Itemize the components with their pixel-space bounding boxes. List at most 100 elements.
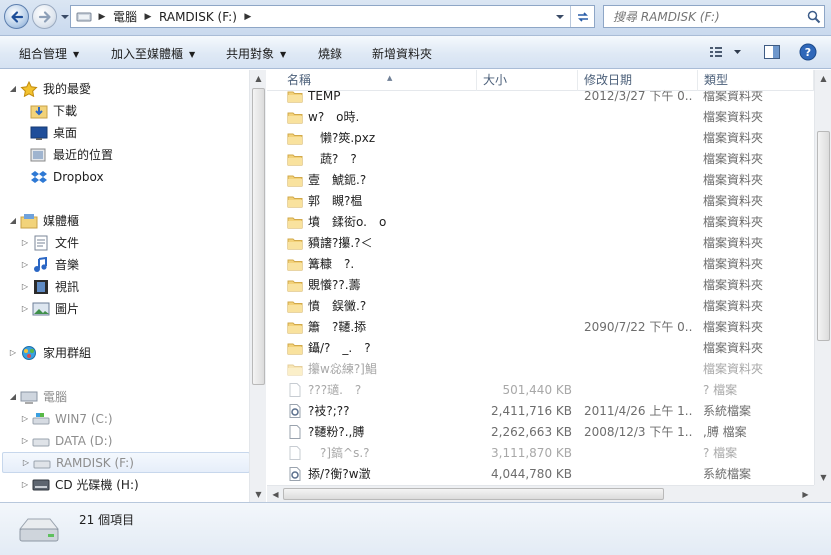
nav-item-downloads[interactable]: 下載 xyxy=(30,100,77,121)
nav-favorites[interactable]: ◢ 我的最愛 xyxy=(8,78,91,99)
file-size: 2,262,663 KB xyxy=(491,425,572,439)
nav-scroll-thumb[interactable] xyxy=(252,88,265,385)
nav-drive-c[interactable]: ▷ WIN7 (C:) xyxy=(20,408,113,429)
scroll-down-arrow-icon[interactable]: ▼ xyxy=(250,486,267,502)
file-size xyxy=(475,212,572,233)
scroll-up-arrow-icon[interactable]: ▲ xyxy=(815,70,831,86)
folder-row[interactable]: 篝糠 ?. 檔案資料夾 xyxy=(267,254,814,275)
folder-row[interactable]: w? o時. 檔案資料夾 xyxy=(267,107,814,128)
file-date xyxy=(584,233,693,254)
expand-triangle-icon[interactable]: ▷ xyxy=(20,260,30,269)
file-row[interactable]: ?衼?;?? 2,411,716 KB 2011/4/26 上午 1... 系統檔案 xyxy=(267,401,814,422)
file-size: 3,111,870 KB xyxy=(491,446,572,460)
file-list-vertical-scrollbar[interactable]: ▲ ▼ xyxy=(814,70,831,485)
forward-button[interactable] xyxy=(32,4,57,29)
file-date xyxy=(584,464,693,485)
add-to-library-menu[interactable]: 加入至媒體櫃 ▼ xyxy=(111,45,195,62)
column-name[interactable]: 名稱 ▲ xyxy=(281,70,477,91)
expand-triangle-icon[interactable]: ▷ xyxy=(20,480,30,489)
music-icon xyxy=(34,256,47,272)
scroll-down-arrow-icon[interactable]: ▼ xyxy=(815,469,831,485)
nav-drive-label: RAMDISK (F:) xyxy=(56,455,134,470)
nav-item-documents[interactable]: ▷ 文件 xyxy=(20,232,79,253)
expand-triangle-icon[interactable]: ▷ xyxy=(21,458,31,467)
folder-row[interactable]: 覞懩??.薵 檔案資料夾 xyxy=(267,275,814,296)
file-row[interactable]: ???瓋. ? 501,440 KB? 檔案 xyxy=(267,380,814,401)
nav-libraries[interactable]: ◢ 媒體櫃 xyxy=(8,210,79,231)
nav-drive-h[interactable]: ▷ CD 光碟機 (H:) xyxy=(20,474,139,495)
breadcrumb-ramdisk[interactable]: RAMDISK (F:) xyxy=(157,10,239,24)
nav-item-desktop[interactable]: 桌面 xyxy=(30,122,77,143)
nav-drive-d[interactable]: ▷ DATA (D:) xyxy=(20,430,112,451)
file-row[interactable]: ?韆粉?.,膊 2,262,663 KB 2008/12/3 下午 1... ,膊 檔… xyxy=(267,422,814,443)
collapse-triangle-icon[interactable]: ◢ xyxy=(8,392,18,401)
chevron-right-icon[interactable]: ▶ xyxy=(139,10,157,24)
chevron-right-icon[interactable]: ▶ xyxy=(93,10,111,24)
nav-homegroup[interactable]: ▷ 家用群組 xyxy=(8,342,91,363)
search-box[interactable] xyxy=(603,5,825,28)
nav-computer[interactable]: ◢ 電腦 xyxy=(8,386,67,407)
nav-drive-f[interactable]: ▷ RAMDISK (F:) xyxy=(2,452,250,473)
folder-row[interactable]: 郭 瞡?榅 檔案資料夾 xyxy=(267,191,814,212)
star-icon xyxy=(20,80,38,97)
file-type: 檔案資料夾 xyxy=(703,299,764,313)
folder-row[interactable]: 豶譇?攥.?＜ 檔案資料夾 xyxy=(267,233,814,254)
expand-triangle-icon[interactable]: ▷ xyxy=(20,414,30,423)
recent-pages-dropdown[interactable] xyxy=(60,12,70,22)
file-list-hscroll-thumb[interactable] xyxy=(283,488,664,500)
expand-triangle-icon[interactable]: ▷ xyxy=(8,348,18,357)
back-button[interactable] xyxy=(4,4,29,29)
expand-triangle-icon[interactable]: ▷ xyxy=(20,436,30,445)
nav-item-dropbox[interactable]: Dropbox xyxy=(30,166,104,187)
folder-row[interactable]: 懒?筴.pxz 檔案資料夾 xyxy=(267,128,814,149)
view-options-icon[interactable] xyxy=(708,43,744,61)
windows-drive-icon xyxy=(32,412,50,424)
expand-triangle-icon[interactable]: ▷ xyxy=(20,304,30,313)
file-type: 檔案資料夾 xyxy=(703,341,764,355)
file-list-horizontal-scrollbar[interactable]: ◀ ▶ xyxy=(267,485,814,502)
organize-menu[interactable]: 組合管理 ▼ xyxy=(19,45,79,62)
breadcrumb[interactable]: ▶ 電腦 ▶ RAMDISK (F:) ▶ xyxy=(70,5,595,28)
refresh-button[interactable] xyxy=(570,6,594,27)
folder-row[interactable]: 墳 鍒衒o. o 檔案資料夾 xyxy=(267,212,814,233)
nav-drive-label: WIN7 (C:) xyxy=(55,411,113,426)
folder-row[interactable]: 蔬? ? 檔案資料夾 xyxy=(267,149,814,170)
nav-item-pictures[interactable]: ▷ 圖片 xyxy=(20,298,79,319)
collapse-triangle-icon[interactable]: ◢ xyxy=(8,84,18,93)
search-icon[interactable] xyxy=(804,7,824,27)
scroll-right-arrow-icon[interactable]: ▶ xyxy=(797,486,814,502)
preview-pane-icon[interactable] xyxy=(763,43,781,61)
scroll-up-arrow-icon[interactable]: ▲ xyxy=(250,70,267,86)
nav-item-videos[interactable]: ▷ 視訊 xyxy=(20,276,79,297)
file-list-scroll-thumb[interactable] xyxy=(817,131,830,341)
folder-row[interactable]: 壹 鯱鈪.? 檔案資料夾 xyxy=(267,170,814,191)
file-row[interactable]: ?]鎬^s.? 3,111,870 KB? 檔案 xyxy=(267,443,814,464)
column-type[interactable]: 類型 xyxy=(698,70,814,91)
expand-triangle-icon[interactable]: ▷ xyxy=(20,282,30,291)
folder-row[interactable]: 鑷/? _. ? 檔案資料夾 xyxy=(267,338,814,359)
share-with-menu[interactable]: 共用對象 ▼ xyxy=(226,45,286,62)
collapse-triangle-icon[interactable]: ◢ xyxy=(8,216,18,225)
file-icon xyxy=(289,425,301,439)
folder-row[interactable]: 簫 ?韆.掭 2090/7/22 下午 0... 檔案資料夾 xyxy=(267,317,814,338)
address-history-dropdown-icon[interactable] xyxy=(554,11,566,23)
nav-scrollbar[interactable]: ▲ ▼ xyxy=(249,70,266,502)
column-header: 名稱 ▲ 大小 修改日期 類型 xyxy=(267,70,814,91)
expand-triangle-icon[interactable]: ▷ xyxy=(20,238,30,247)
nav-item-music[interactable]: ▷ 音樂 xyxy=(20,254,79,275)
breadcrumb-computer[interactable]: 電腦 xyxy=(111,8,139,25)
nav-item-recent-places[interactable]: 最近的位置 xyxy=(30,144,113,165)
folder-row[interactable]: 憤 鋘黴.? 檔案資料夾 xyxy=(267,296,814,317)
file-date xyxy=(584,275,693,296)
new-folder-button[interactable]: 新增資料夾 xyxy=(372,45,432,62)
folder-row[interactable]: 攥w惢練?]鯧 檔案資料夾 xyxy=(267,359,814,380)
burn-button[interactable]: 燒錄 xyxy=(318,45,342,62)
column-date[interactable]: 修改日期 xyxy=(578,70,698,91)
scroll-left-arrow-icon[interactable]: ◀ xyxy=(267,486,284,502)
chevron-right-icon[interactable]: ▶ xyxy=(239,10,257,24)
hard-drive-icon xyxy=(18,518,60,542)
file-row[interactable]: 掭/?衡?w澂 4,044,780 KB 系統檔案 xyxy=(267,464,814,485)
search-input[interactable] xyxy=(604,9,804,24)
help-icon[interactable]: ? xyxy=(799,43,817,61)
column-size[interactable]: 大小 xyxy=(477,70,578,91)
